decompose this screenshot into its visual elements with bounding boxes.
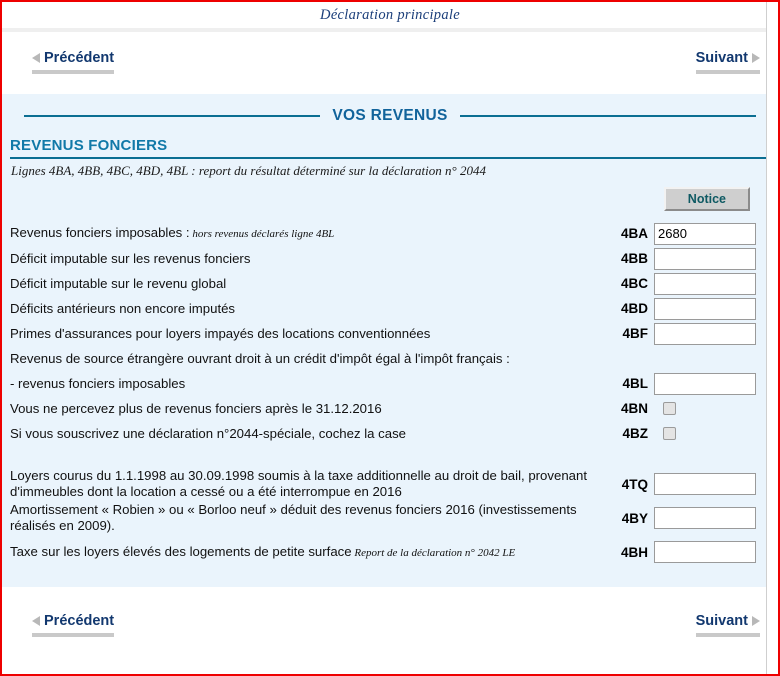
row-label: Revenus de source étrangère ouvrant droi… [10,350,510,366]
banner-rule-right [459,115,756,117]
row-control [654,427,760,440]
row-note: Report de la déclaration n° 2042 LE [351,546,516,559]
banner-rule-left [24,115,321,117]
input-4by[interactable] [654,507,756,529]
row-label: Taxe sur les loyers élevés des logements… [10,543,516,559]
section-banner: VOS REVENUS [2,94,778,137]
row-control [654,297,760,320]
row-note: hors revenus déclarés ligne 4BL [189,228,335,240]
vertical-scrollbar[interactable] [766,2,778,674]
row-code: 4BL [622,376,648,391]
input-4ba[interactable] [654,222,756,245]
window-titlebar: Déclaration principale [2,2,778,32]
previous-button-bottom[interactable]: Précédent [32,613,115,637]
panel-bottom-padding [2,573,778,587]
declaration-page: Déclaration principale Précédent Suivant… [0,0,780,676]
revenue-panel: VOS REVENUS REVENUS FONCIERS Lignes 4BA,… [2,94,778,587]
notice-row: Notice [2,179,778,221]
arrow-left-icon [32,616,40,626]
section-title: REVENUS FONCIERS [10,137,770,159]
row-control [654,473,760,495]
row-code: 4BA [620,226,648,241]
notice-button[interactable]: Notice [663,187,750,211]
form-row: - revenus fonciers imposables 4BL [2,371,778,396]
input-4bf[interactable] [654,322,756,345]
bottom-navigation: Précédent Suivant [2,587,778,663]
form-row: Revenus de source étrangère ouvrant droi… [2,346,778,371]
form-row: Déficit imputable sur le revenu global 4B… [2,271,778,296]
input-4bc[interactable] [654,272,756,295]
row-code: 4BC [620,276,648,291]
row-label: Amortissement « Robien » ou « Borloo neu… [10,502,577,533]
previous-label: Précédent [44,50,115,66]
row-label: - revenus fonciers imposables [10,375,186,391]
row-code: 4BD [620,301,648,316]
form-row: Déficit imputable sur les revenus foncie… [2,246,778,271]
row-control [654,541,760,563]
row-code: 4BB [620,251,648,266]
row-code: 4BH [620,544,648,560]
previous-label: Précédent [44,613,115,629]
form-row: Déficits antérieurs non encore imputés 4B… [2,296,778,321]
top-navigation: Précédent Suivant [2,32,778,94]
form-row: Taxe sur les loyers élevés des logements… [2,535,778,569]
checkbox-4bn[interactable] [663,402,676,415]
arrow-right-icon [752,616,760,626]
form-row: Revenus fonciers imposables : hors reven… [2,221,778,246]
form-row: Vous ne percevez plus de revenus foncier… [2,396,778,421]
next-button-top[interactable]: Suivant [695,50,760,74]
row-label: Si vous souscrivez une déclaration n°204… [10,425,406,441]
next-label: Suivant [695,613,748,629]
input-4tq[interactable] [654,473,756,495]
form-row: Loyers courus du 1.1.1998 au 30.09.1998 … [2,467,778,501]
row-control [654,247,760,270]
row-code: 4TQ [621,476,648,492]
row-control [654,372,760,395]
row-control [654,507,760,529]
row-label: Revenus fonciers imposables : hors reven… [10,225,335,240]
checkbox-4bz[interactable] [663,427,676,440]
arrow-right-icon [752,53,760,63]
row-code: 4BF [622,326,648,341]
row-label: Loyers courus du 1.1.1998 au 30.09.1998 … [10,468,587,499]
previous-button-top[interactable]: Précédent [32,50,115,74]
row-code: 4BZ [622,426,648,441]
row-control [654,322,760,345]
section-header: REVENUS FONCIERS Lignes 4BA, 4BB, 4BC, 4… [2,137,778,179]
input-4bh[interactable] [654,541,756,563]
input-4bb[interactable] [654,247,756,270]
row-label: Vous ne percevez plus de revenus foncier… [10,400,382,416]
row-label: Déficits antérieurs non encore imputés [10,300,236,316]
form-rows-secondary: Loyers courus du 1.1.1998 au 30.09.1998 … [2,467,778,573]
arrow-left-icon [32,53,40,63]
page-title: Déclaration principale [320,6,460,23]
row-group-spacer [2,450,778,467]
form-row: Primes d'assurances pour loyers impayés … [2,321,778,346]
next-button-bottom[interactable]: Suivant [695,613,760,637]
row-code: 4BY [621,510,648,526]
row-control [654,222,760,245]
row-label: Déficit imputable sur le revenu global [10,275,227,291]
banner-title: VOS REVENUS [332,107,448,124]
row-control [654,402,760,415]
form-row: Amortissement « Robien » ou « Borloo neu… [2,501,778,535]
form-rows-primary: Revenus fonciers imposables : hors reven… [2,221,778,450]
row-code: 4BN [620,401,648,416]
row-label: Déficit imputable sur les revenus foncie… [10,250,251,266]
input-4bd[interactable] [654,297,756,320]
row-label: Primes d'assurances pour loyers impayés … [10,325,431,341]
form-row: Si vous souscrivez une déclaration n°204… [2,421,778,446]
next-label: Suivant [695,50,748,66]
input-4bl[interactable] [654,372,756,395]
row-control [654,272,760,295]
section-subtitle: Lignes 4BA, 4BB, 4BC, 4BD, 4BL : report … [11,163,486,178]
